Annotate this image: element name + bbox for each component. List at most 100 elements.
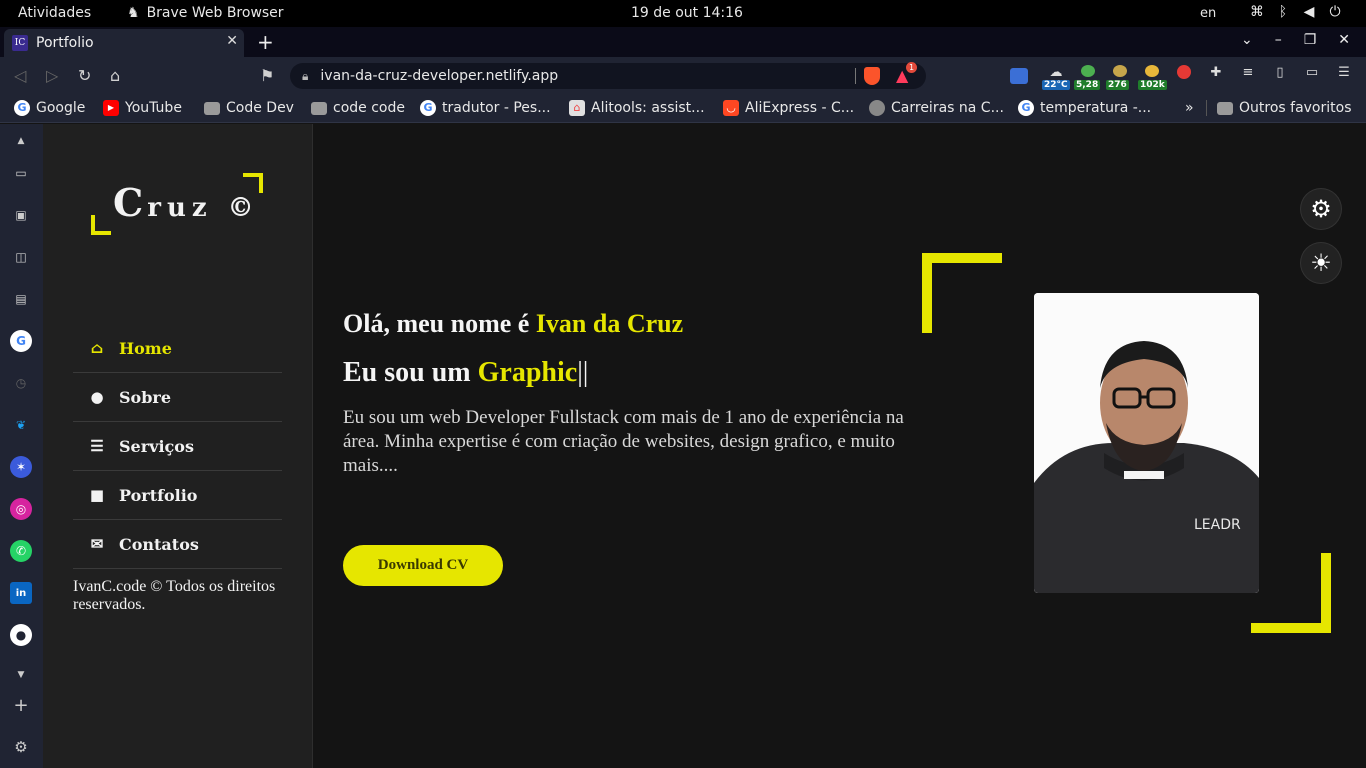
bookmark-alitools[interactable]: ⌂ Alitools: assist... bbox=[569, 100, 705, 116]
photo-corner-bottom-right bbox=[1251, 553, 1331, 633]
bookmark-folder-code-code[interactable]: code code bbox=[311, 100, 405, 116]
instagram-icon[interactable]: ◎ bbox=[10, 498, 32, 520]
new-tab-button[interactable]: + bbox=[257, 30, 274, 54]
twitter-icon[interactable]: ❦ bbox=[10, 414, 32, 436]
bookmarks-icon[interactable]: ◫ bbox=[10, 246, 32, 268]
extensions-puzzle-icon[interactable]: ✚ bbox=[1202, 65, 1230, 87]
url-text[interactable]: ivan-da-cruz-developer.netlify.app bbox=[320, 68, 558, 84]
bookmarks-overflow-button[interactable]: » bbox=[1185, 100, 1194, 116]
bookmark-tradutor[interactable]: Gtradutor - Pes... bbox=[420, 100, 551, 116]
bookmark-aliexpress[interactable]: ◡ AliExpress - C... bbox=[723, 100, 854, 116]
sidebar-scroll-up-icon[interactable]: ▲ bbox=[10, 130, 32, 152]
logo-bracket-bottom-left bbox=[91, 215, 111, 235]
menu-icon[interactable]: ☰ bbox=[1330, 65, 1358, 87]
bookmark-folder-code-dev[interactable]: Code Dev bbox=[204, 100, 294, 116]
sidebar-scroll-down-icon[interactable]: ▼ bbox=[10, 664, 32, 686]
nav-item-home[interactable]: ⌂ Home bbox=[73, 324, 282, 373]
site-sidebar: Cruz © ⌂ Home ● Sobre ☰ Serviços ■ Portfolio… bbox=[43, 124, 313, 768]
globe-icon bbox=[869, 100, 885, 116]
reload-button[interactable]: ↻ bbox=[78, 66, 91, 85]
nav-item-contatos[interactable]: ✉ Contatos bbox=[73, 520, 282, 569]
clock[interactable]: 19 de out 14:16 bbox=[631, 5, 743, 21]
intro-description: Eu sou um web Developer Fullstack com ma… bbox=[343, 407, 904, 476]
nav-item-servicos[interactable]: ☰ Serviços bbox=[73, 422, 282, 471]
github-icon[interactable]: ● bbox=[10, 624, 32, 646]
youtube-icon: ▶ bbox=[103, 100, 119, 116]
brave-shields-icon[interactable] bbox=[864, 67, 880, 85]
linkedin-icon[interactable]: in bbox=[10, 582, 32, 604]
tab-search-chevron-icon[interactable]: ⌄ bbox=[1241, 32, 1253, 48]
close-window-button[interactable]: ✕ bbox=[1338, 32, 1350, 48]
volume-icon: ◀ bbox=[1303, 4, 1315, 20]
lock-icon[interactable]: 🔒︎ bbox=[302, 69, 308, 84]
comments-icon: ✉ bbox=[90, 535, 104, 553]
home-icon: ⌂ bbox=[90, 339, 104, 357]
tab-strip: IC Portfolio ✕ + ⌄ – ❐ ✕ bbox=[0, 27, 1366, 57]
nav-item-portfolio[interactable]: ■ Portfolio bbox=[73, 471, 282, 520]
video-call-icon[interactable]: ▭ bbox=[10, 162, 32, 184]
sidebar-toggle-icon[interactable]: ▯ bbox=[1266, 65, 1294, 87]
ext-pizza-icon[interactable]: 102k bbox=[1138, 65, 1167, 90]
tab-title: Portfolio bbox=[36, 35, 94, 51]
app-menu[interactable]: ♞ Brave Web Browser bbox=[127, 5, 284, 21]
alitools-icon: ⌂ bbox=[569, 100, 585, 116]
address-bar[interactable]: 🔒︎ ivan-da-cruz-developer.netlify.app ▲ 1 bbox=[290, 62, 926, 89]
bookmark-youtube[interactable]: ▶ YouTube bbox=[103, 100, 182, 116]
typing-cursor: || bbox=[577, 357, 589, 388]
bookmark-carreiras[interactable]: Carreiras na C... bbox=[869, 100, 1004, 116]
close-tab-icon[interactable]: ✕ bbox=[226, 33, 238, 49]
bookmarks-bar: G Google ▶ YouTube Code Dev code code Gtra… bbox=[0, 95, 1366, 123]
forward-button[interactable]: ▷ bbox=[46, 66, 58, 85]
network-icon: ⌘ bbox=[1250, 4, 1264, 20]
photo-corner-top-left bbox=[922, 253, 1002, 333]
omnibox-divider bbox=[855, 68, 856, 84]
home-button[interactable]: ⌂ bbox=[110, 66, 120, 85]
settings-gear-icon[interactable]: ⚙ bbox=[1301, 189, 1341, 229]
bookmark-page-icon[interactable]: ⚑ bbox=[260, 66, 274, 85]
google-icon: G bbox=[420, 100, 436, 116]
minimize-button[interactable]: – bbox=[1275, 32, 1282, 48]
folder-icon bbox=[311, 101, 327, 115]
profile-photo-illustration: LEADR bbox=[1034, 293, 1259, 593]
bookmark-temperatura[interactable]: Gtemperatura -... bbox=[1018, 100, 1151, 116]
reading-list-icon[interactable]: ▤ bbox=[10, 288, 32, 310]
copyright-text: IvanC.code © Todos os direitos reservado… bbox=[73, 578, 276, 613]
activities-button[interactable]: Atividades bbox=[18, 5, 91, 21]
greeting-heading: Olá, meu nome é Ivan da Cruz bbox=[343, 309, 684, 338]
translate-icon[interactable] bbox=[1010, 68, 1028, 84]
back-button[interactable]: ◁ bbox=[14, 66, 26, 85]
whatsapp-icon[interactable]: ✆ bbox=[10, 540, 32, 562]
nav-item-sobre[interactable]: ● Sobre bbox=[73, 373, 282, 422]
maximize-button[interactable]: ❐ bbox=[1304, 32, 1317, 48]
briefcase-icon: ■ bbox=[89, 486, 105, 504]
brave-rewards-icon[interactable]: ▲ 1 bbox=[896, 62, 917, 85]
tomato-icon[interactable] bbox=[1170, 65, 1198, 87]
power-icon: ⏻ bbox=[1329, 4, 1341, 20]
download-cv-button[interactable]: Download CV bbox=[343, 545, 503, 586]
history-icon[interactable]: ◷ bbox=[10, 372, 32, 394]
playlist-icon[interactable]: ≡ bbox=[1234, 65, 1262, 87]
weather-icon[interactable]: ☁ 22°C bbox=[1042, 65, 1070, 90]
svg-text:LEADR: LEADR bbox=[1194, 517, 1241, 533]
tab-portfolio[interactable]: IC Portfolio ✕ bbox=[4, 29, 244, 57]
theme-toggle-sun-icon[interactable]: ☀ bbox=[1301, 243, 1341, 283]
web-page: Cruz © ⌂ Home ● Sobre ☰ Serviços ■ Portfolio… bbox=[43, 124, 1366, 768]
sidebar-settings-icon[interactable]: ⚙ bbox=[10, 736, 32, 758]
system-tray[interactable]: ⌘ ᛒ ◀ ⏻ bbox=[1249, 4, 1343, 20]
ext-green-icon[interactable]: 5,28 bbox=[1074, 65, 1102, 90]
window-controls: ⌄ – ❐ ✕ bbox=[1241, 32, 1350, 48]
add-sidebar-item-icon[interactable]: + bbox=[10, 694, 32, 716]
bookmark-google[interactable]: G Google bbox=[14, 100, 85, 116]
ext-taco-icon[interactable]: 276 bbox=[1106, 65, 1134, 90]
google-icon[interactable]: G bbox=[10, 330, 32, 352]
wallet-icon[interactable]: ▭ bbox=[1298, 65, 1326, 87]
keyboard-language[interactable]: en bbox=[1200, 6, 1216, 21]
user-icon: ● bbox=[90, 388, 104, 406]
list-icon: ☰ bbox=[90, 437, 104, 455]
messenger-icon[interactable]: ✶ bbox=[10, 456, 32, 478]
aliexpress-icon: ◡ bbox=[723, 100, 739, 116]
bluetooth-icon: ᛒ bbox=[1278, 4, 1288, 20]
bookmark-other-favorites[interactable]: Outros favoritos bbox=[1206, 100, 1352, 116]
site-logo[interactable]: Cruz © bbox=[113, 180, 260, 225]
wallet-icon[interactable]: ▣ bbox=[10, 204, 32, 226]
